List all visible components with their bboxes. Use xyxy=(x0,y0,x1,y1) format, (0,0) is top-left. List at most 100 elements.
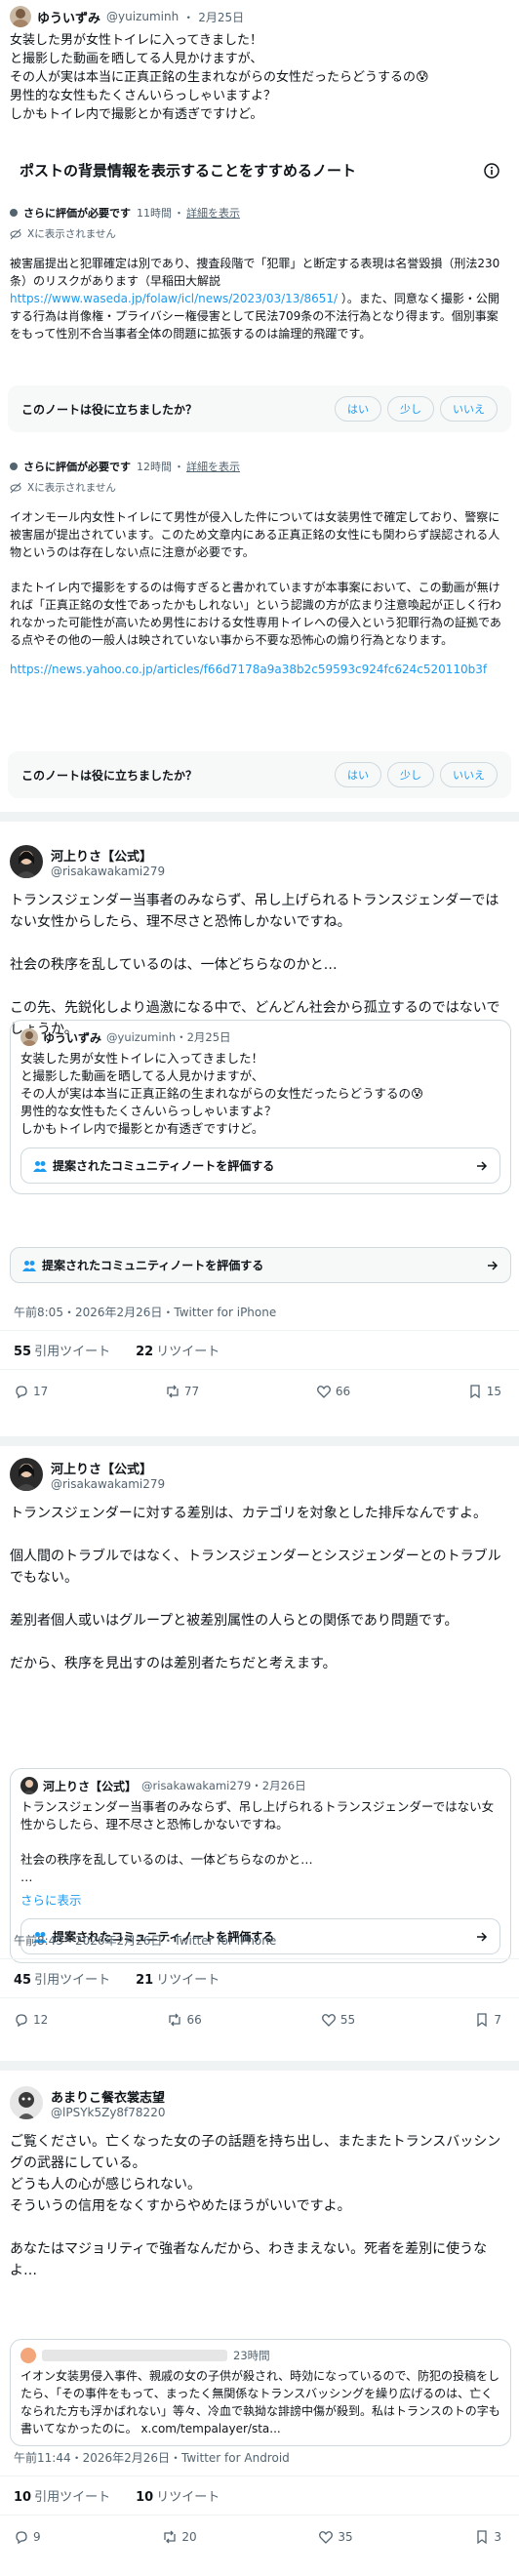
bookmark-button[interactable]: 3 xyxy=(474,2529,501,2545)
like-count: 35 xyxy=(338,2530,353,2544)
note-section: ポストの背景情報を表示することをすすめるノート xyxy=(0,146,519,194)
retweet-button[interactable]: 20 xyxy=(162,2529,197,2545)
quote-time: 23時間 xyxy=(233,2349,270,2362)
retweet-count[interactable]: 21 リツイート xyxy=(136,1969,220,1988)
retweet-count[interactable]: 22 リツイート xyxy=(136,1341,220,1359)
bookmark-count: 7 xyxy=(494,2013,501,2027)
show-more-link[interactable]: さらに表示 xyxy=(20,1890,500,1909)
heart-icon xyxy=(316,1386,331,1398)
helpful-no-button[interactable]: いいえ xyxy=(440,762,498,787)
quote-count-label: 引用ツイート xyxy=(34,2490,111,2505)
bookmark-button[interactable]: 7 xyxy=(474,2012,501,2028)
note-link[interactable]: https://news.yahoo.co.jp/articles/f66d71… xyxy=(10,663,509,676)
reply-button[interactable]: 12 xyxy=(14,2012,48,2028)
tweet-date[interactable]: 2月25日 xyxy=(198,9,244,25)
retweet-count[interactable]: 10 リツイート xyxy=(136,2486,220,2505)
rate-note-label: 提案されたコミュニティノートを評価する xyxy=(53,1159,275,1173)
rating-status: さらに評価が必要です xyxy=(23,461,131,473)
quoted-tweet[interactable]: 23時間 イオン女装男侵入事件、親戚の女の子供が殺され、時効になっているので、防… xyxy=(0,2339,519,2446)
like-button[interactable]: 66 xyxy=(316,1384,350,1399)
quote-text: 女装した男が女性トイレに入ってきました！ と撮影した動画を晒してる人見かけますが… xyxy=(20,1051,424,1136)
detail-link[interactable]: 詳細を表示 xyxy=(186,459,240,474)
note-text-a: 被害届提出と犯罪確定は別であり、捜査段階で「犯罪」と断定する表現は名誉毀損（刑法… xyxy=(10,257,500,288)
author-name[interactable]: ゆういずみ xyxy=(37,8,100,26)
author-name[interactable]: あまりこ餐衣裳志望 xyxy=(51,2087,165,2106)
people-icon xyxy=(33,1160,47,1172)
bookmark-icon xyxy=(470,1385,480,1399)
info-icon[interactable] xyxy=(484,162,499,179)
bookmark-icon xyxy=(477,2013,488,2028)
retweet-button[interactable]: 66 xyxy=(167,2012,202,2028)
tweet-3-footer: 午前8:45・2026年2月26日・Twitter for iPhone 45 引… xyxy=(0,1922,519,2033)
reply-icon xyxy=(16,2531,27,2545)
quote-count[interactable]: 45 引用ツイート xyxy=(14,1969,110,1988)
author-name[interactable]: 河上りさ【公式】 xyxy=(51,1459,165,1477)
quote-count-value: 55 xyxy=(14,1345,32,1359)
quote-author-handle: @yuizuminh・2月25日 xyxy=(106,1030,231,1044)
tweet-stats: 10 引用ツイート 10 リツイート xyxy=(0,2475,519,2516)
helpful-no-button[interactable]: いいえ xyxy=(440,396,498,422)
helpful-somewhat-button[interactable]: 少し xyxy=(387,396,434,422)
note-time: 11時間 xyxy=(137,207,172,220)
note-time: 12時間 xyxy=(137,461,172,473)
retweet-action-count: 77 xyxy=(183,1385,200,1398)
action-bar: 9 20 35 3 xyxy=(0,2516,519,2551)
author-name[interactable]: 河上りさ【公式】 xyxy=(51,846,165,865)
divider xyxy=(0,812,519,822)
note-text: イオンモール内女性トイレにて男性が侵入した件については女装男性で確定しており、警… xyxy=(10,510,501,647)
like-count: 66 xyxy=(335,1385,351,1398)
avatar[interactable] xyxy=(10,2086,43,2119)
tweet-meta[interactable]: 午前8:45・2026年2月26日・Twitter for iPhone xyxy=(0,1922,519,1958)
reply-count: 17 xyxy=(33,1385,49,1398)
retweet-icon xyxy=(167,1385,179,1398)
helpful-row: このノートは役に立ちましたか？ はい 少し いいえ xyxy=(8,385,511,432)
retweet-icon xyxy=(164,2530,177,2544)
retweet-action-count: 20 xyxy=(181,2530,197,2544)
retweet-button[interactable]: 77 xyxy=(165,1384,199,1399)
rate-community-note-button[interactable]: 提案されたコミュニティノートを評価する xyxy=(20,1147,500,1184)
helpful-question: このノートは役に立ちましたか？ xyxy=(21,402,198,417)
reply-button[interactable]: 9 xyxy=(14,2529,41,2545)
rate-community-note-button[interactable]: 提案されたコミュニティノートを評価する xyxy=(10,1247,511,1283)
retweet-icon xyxy=(169,2013,181,2027)
quote-count[interactable]: 10 引用ツイート xyxy=(14,2486,110,2505)
avatar[interactable] xyxy=(10,1458,43,1491)
tweet-3[interactable]: 河上りさ【公式】 @risakawakami279 トランスジェンダーに対する差… xyxy=(0,1458,519,1674)
tweet-4[interactable]: あまりこ餐衣裳志望 @lPSYk5Zy8f78220 ご覧ください。亡くなった女… xyxy=(0,2086,519,2281)
quote-author-name: ゆういずみ xyxy=(43,1030,102,1045)
tweet-meta[interactable]: 午前11:44・2026年2月26日・Twitter for Android xyxy=(0,2439,519,2475)
author-handle[interactable]: @yuizuminh xyxy=(106,10,179,23)
avatar[interactable] xyxy=(10,845,43,878)
author-handle[interactable]: @risakawakami279 xyxy=(51,1477,165,1491)
tweet-meta[interactable]: 午前8:05・2026年2月26日・Twitter for iPhone xyxy=(0,1294,519,1330)
note-link[interactable]: https://www.waseda.jp/folaw/icl/news/202… xyxy=(10,292,338,305)
tweet-text: トランスジェンダー当事者のみならず、吊し上げられるトランスジェンダーではない女性… xyxy=(10,893,500,1037)
helpful-somewhat-button[interactable]: 少し xyxy=(387,762,434,787)
heart-icon xyxy=(319,2531,334,2544)
detail-link[interactable]: 詳細を表示 xyxy=(186,205,240,221)
redacted-name xyxy=(42,2350,227,2361)
helpful-yes-button[interactable]: はい xyxy=(335,396,381,422)
status-dot-icon xyxy=(10,463,18,470)
retweet-count-label: リツイート xyxy=(156,1345,220,1359)
author-handle[interactable]: @lPSYk5Zy8f78220 xyxy=(51,2106,165,2119)
quoted-tweet[interactable]: ゆういずみ @yuizuminh・2月25日 女装した男が女性トイレに入ってきま… xyxy=(0,1020,519,1194)
avatar xyxy=(20,1777,38,1794)
author-handle[interactable]: @risakawakami279 xyxy=(51,865,165,878)
avatar[interactable] xyxy=(10,6,31,27)
quote-author-handle: @risakawakami279・2月26日 xyxy=(141,1779,306,1792)
top-tweet[interactable]: ゆういずみ @yuizuminh ・ 2月25日 女装した男が女性トイレに入って… xyxy=(0,6,519,124)
page: ゆういずみ @yuizuminh ・ 2月25日 女装した男が女性トイレに入って… xyxy=(0,0,519,2576)
reply-icon xyxy=(16,2014,27,2028)
reply-button[interactable]: 17 xyxy=(14,1384,48,1399)
quote-count[interactable]: 55 引用ツイート xyxy=(14,1341,110,1359)
helpful-yes-button[interactable]: はい xyxy=(335,762,381,787)
helpful-question: このノートは役に立ちましたか？ xyxy=(21,768,198,783)
quote-text: トランスジェンダー当事者のみならず、吊し上げられるトランスジェンダーではない女性… xyxy=(20,1799,495,1884)
heart-icon xyxy=(321,2014,336,2027)
retweet-count-label: リツイート xyxy=(156,1973,220,1988)
tweet-2[interactable]: 河上りさ【公式】 @risakawakami279 トランスジェンダー当事者のみ… xyxy=(0,845,519,1040)
like-button[interactable]: 35 xyxy=(318,2529,353,2545)
like-button[interactable]: 55 xyxy=(321,2012,355,2028)
bookmark-button[interactable]: 15 xyxy=(467,1384,501,1399)
